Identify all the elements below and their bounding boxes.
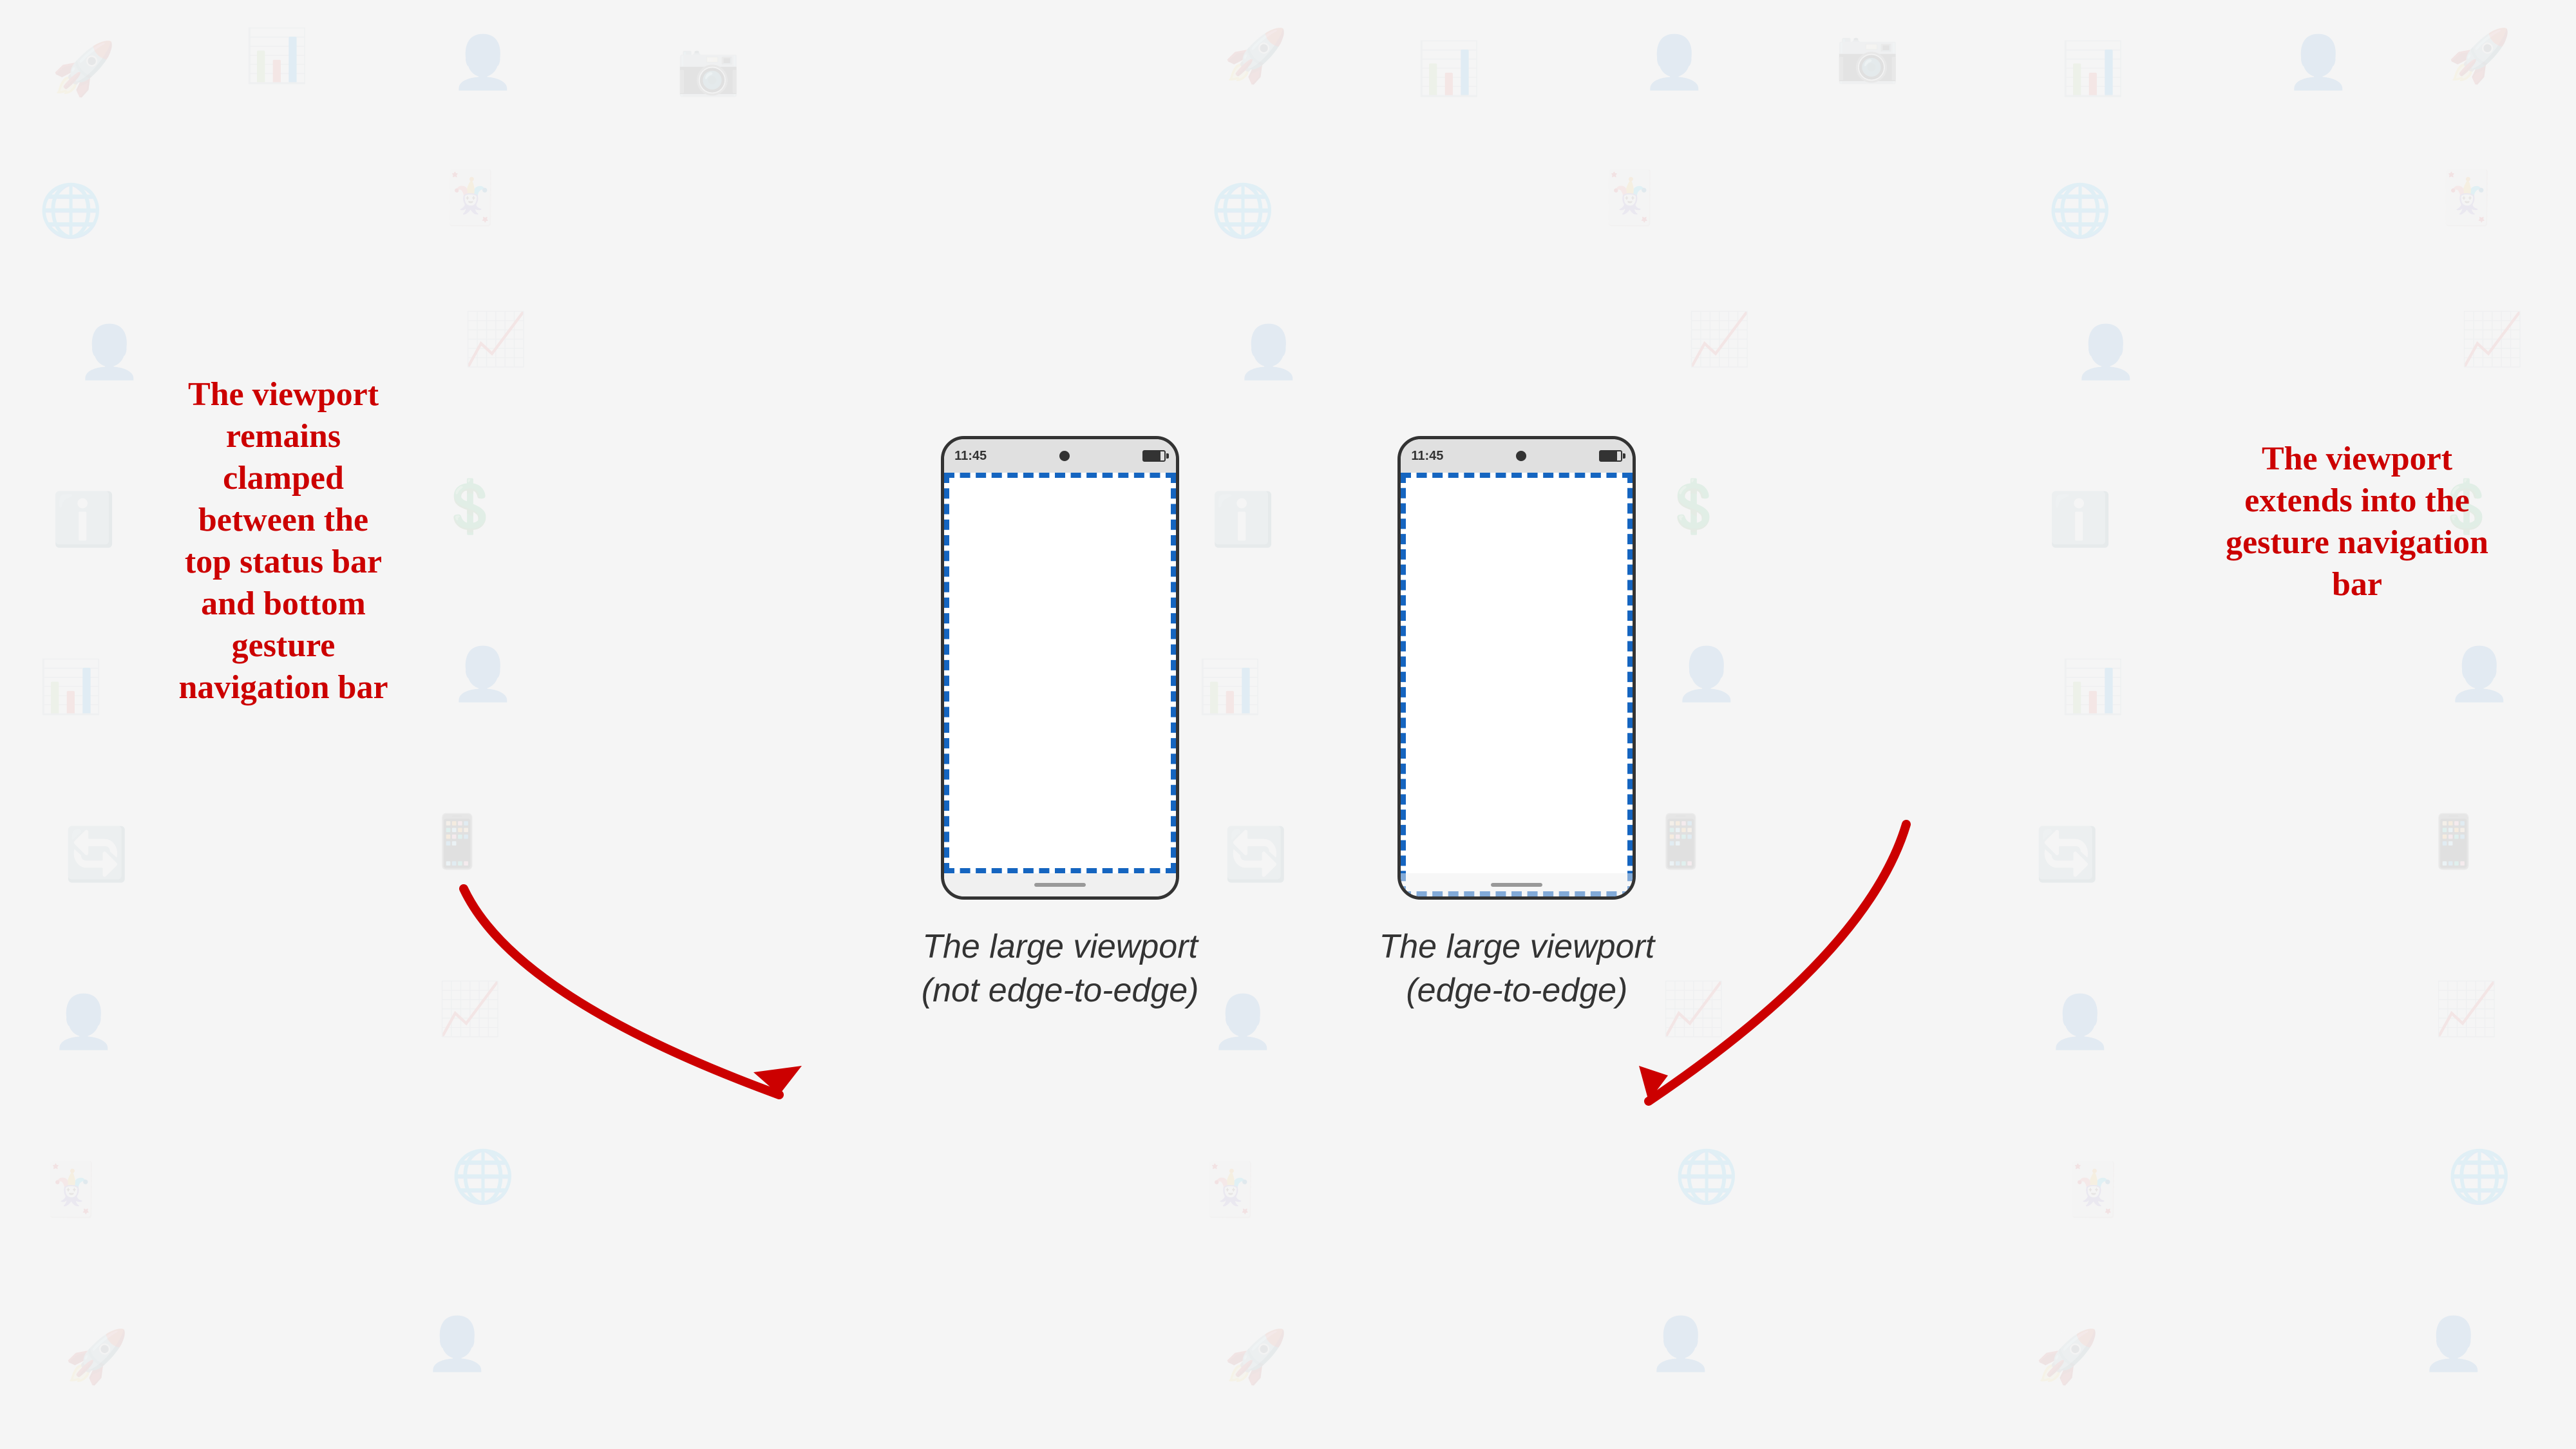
status-bar-left: 11:45: [944, 439, 1176, 473]
annotation-left: The viewportremainsclampedbetween thetop…: [103, 374, 464, 708]
camera-dot-right: [1516, 451, 1526, 461]
phone-group-right: 11:45 The large viewport (edge-to-edge): [1379, 436, 1654, 1012]
nav-pill-left: [1034, 883, 1086, 887]
battery-right: [1599, 450, 1622, 462]
status-bar-right: 11:45: [1401, 439, 1633, 473]
phone-caption-left: The large viewport (not edge-to-edge): [922, 925, 1199, 1012]
nav-bar-left: [944, 873, 1176, 896]
battery-left: [1142, 450, 1166, 462]
status-time-left: 11:45: [954, 449, 987, 464]
nav-pill-right: [1491, 883, 1542, 887]
battery-fill-left: [1144, 451, 1160, 460]
status-time-right: 11:45: [1411, 449, 1443, 464]
phone-frame-right: 11:45: [1397, 436, 1636, 900]
phone-frame-left: 11:45: [941, 436, 1179, 900]
main-content: 11:45 The large viewport (not edge-to-ed…: [0, 0, 2576, 1449]
phone-caption-right: The large viewport (edge-to-edge): [1379, 925, 1654, 1012]
nav-bar-right: [1401, 873, 1633, 896]
annotation-right: The viewportextends into thegesture navi…: [2190, 438, 2524, 605]
battery-fill-right: [1600, 451, 1617, 460]
camera-dot-left: [1059, 451, 1070, 461]
viewport-clamped: [944, 473, 1176, 873]
viewport-edge: [1401, 473, 1633, 896]
phone-group-left: 11:45 The large viewport (not edge-to-ed…: [922, 436, 1199, 1012]
